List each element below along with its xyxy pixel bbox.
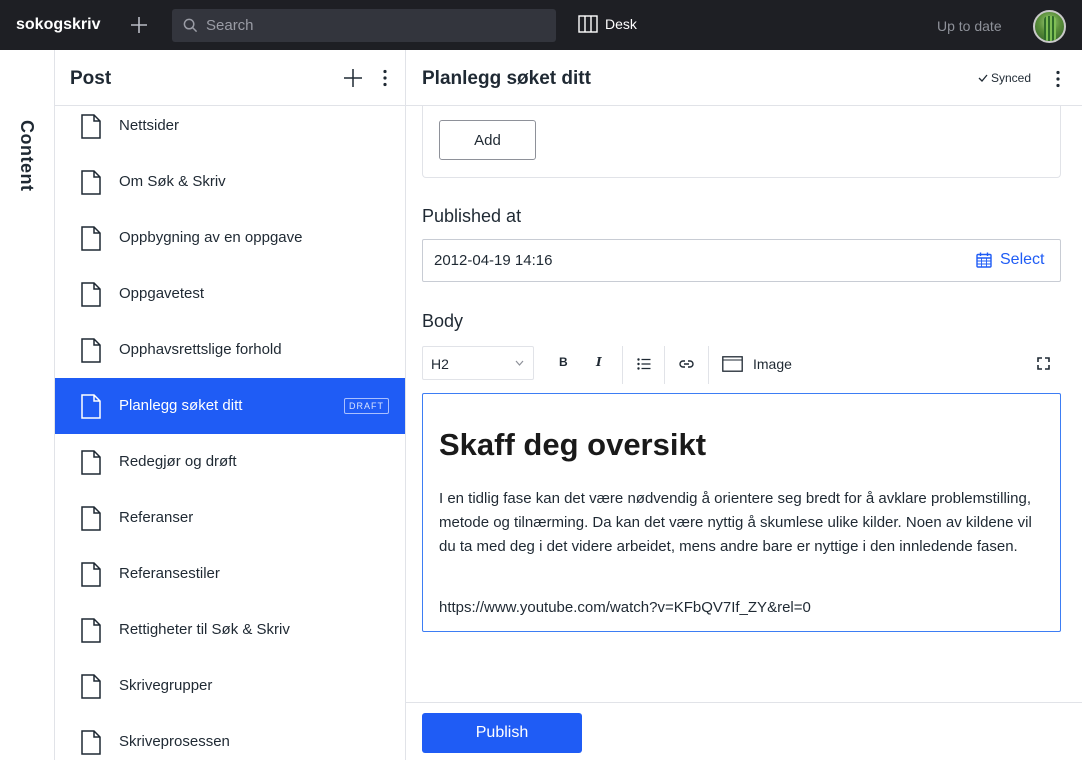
list-item-label: Rettigheter til Søk & Skriv [119, 621, 290, 638]
sync-status: Synced [978, 71, 1031, 85]
desk-label: Desk [605, 16, 637, 32]
insert-image-button[interactable]: Image [722, 356, 792, 372]
list-item[interactable]: Redegjør og drøft [55, 434, 405, 490]
desk-tool[interactable]: Desk [578, 15, 637, 33]
add-item-button[interactable]: Add [439, 120, 536, 160]
document-icon [81, 226, 101, 251]
toolbar-divider [708, 346, 709, 384]
body-editor[interactable]: Skaff deg oversikt I en tidlig fase kan … [422, 393, 1061, 632]
date-select-button[interactable]: Select [976, 251, 1044, 269]
list-item-label: Referanser [119, 509, 194, 526]
content-tab-label: Content [17, 120, 37, 192]
checkmark-icon [978, 74, 988, 82]
document-icon [81, 562, 101, 587]
search-icon [183, 18, 198, 33]
list-item-label: Om Søk & Skriv [119, 173, 226, 190]
list-item-label: Skriveprosessen [119, 733, 230, 750]
list-item[interactable]: Skrivegrupper [55, 658, 405, 714]
editor-header: Planlegg søket ditt Synced [406, 50, 1082, 106]
list-item[interactable]: Referanser [55, 490, 405, 546]
fullscreen-icon[interactable] [1037, 357, 1050, 370]
body-video-url[interactable]: https://www.youtube.com/watch?v=KFbQV7If… [439, 599, 811, 616]
list-item-label: Oppbygning av en oppgave [119, 229, 303, 246]
published-at-field[interactable]: 2012-04-19 14:16 Select [422, 239, 1061, 282]
list-item[interactable]: Oppbygning av en oppgave [55, 210, 405, 266]
search-input[interactable] [206, 17, 536, 34]
list-item-label: Oppgavetest [119, 285, 205, 302]
list-item-selected[interactable]: Planlegg søket ditt DRAFT [55, 378, 405, 434]
brand-name[interactable]: sokogskriv [16, 16, 100, 34]
list-item[interactable]: Oppgavetest [55, 266, 405, 322]
list-item[interactable]: Om Søk & Skriv [55, 154, 405, 210]
more-options-icon[interactable] [1055, 70, 1061, 88]
italic-button[interactable]: I [596, 355, 602, 369]
document-icon [81, 506, 101, 531]
list-item[interactable]: Skriveprosessen [55, 714, 405, 760]
date-select-label: Select [1000, 251, 1045, 268]
bullet-list-icon[interactable] [637, 358, 651, 370]
block-style-select[interactable]: H2 [422, 346, 534, 380]
insert-image-label: Image [753, 356, 792, 372]
list-item-label: Skrivegrupper [119, 677, 213, 694]
block-style-value: H2 [431, 356, 449, 372]
list-item[interactable]: Referansestiler [55, 546, 405, 602]
published-at-label: Published at [422, 206, 522, 226]
list-item[interactable]: Nettsider [55, 98, 405, 154]
editor-toolbar: H2 B I Image [422, 346, 1061, 384]
bold-button[interactable]: B [559, 355, 568, 369]
update-status: Up to date [937, 18, 1002, 34]
columns-icon [578, 15, 598, 33]
array-field: Add [422, 106, 1061, 178]
list-title: Post [70, 68, 112, 89]
more-options-icon[interactable] [382, 69, 388, 87]
list-item-label: Referansestiler [119, 565, 220, 582]
editor-footer: Publish [406, 702, 1082, 760]
list-item[interactable]: Opphavsrettslige forhold [55, 322, 405, 378]
document-icon [81, 114, 101, 139]
publish-button[interactable]: Publish [422, 713, 582, 753]
document-icon [81, 170, 101, 195]
published-at-value[interactable]: 2012-04-19 14:16 [434, 252, 552, 269]
chevron-down-icon [515, 360, 524, 366]
post-list-pane: Nettsider Om Søk & Skriv Oppbygning av e… [55, 50, 406, 760]
image-block-icon [722, 356, 743, 372]
body-paragraph[interactable]: I en tidlig fase kan det være nødvendig … [439, 487, 1039, 559]
draft-badge: DRAFT [344, 398, 389, 414]
plus-icon[interactable] [129, 15, 149, 35]
document-icon [81, 450, 101, 475]
toolbar-divider [664, 346, 665, 384]
document-icon [81, 394, 101, 419]
document-editor: Add Published at 2012-04-19 14:16 Select… [406, 50, 1082, 760]
search-box[interactable] [172, 9, 556, 42]
add-document-icon[interactable] [343, 68, 363, 88]
link-icon[interactable] [679, 359, 694, 369]
document-icon [81, 618, 101, 643]
document-icon [81, 338, 101, 363]
top-bar: sokogskriv Desk Up to date [0, 0, 1082, 50]
list-item[interactable]: Rettigheter til Søk & Skriv [55, 602, 405, 658]
document-icon [81, 282, 101, 307]
user-avatar[interactable] [1033, 10, 1066, 43]
list-header: Post [55, 50, 405, 106]
toolbar-divider [622, 346, 623, 384]
content-tab[interactable]: Content [0, 50, 55, 760]
body-label: Body [422, 311, 464, 331]
document-icon [81, 674, 101, 699]
list-item-label: Opphavsrettslige forhold [119, 341, 282, 358]
document-title: Planlegg søket ditt [422, 68, 591, 89]
post-list: Nettsider Om Søk & Skriv Oppbygning av e… [55, 98, 405, 760]
list-item-label: Redegjør og drøft [119, 453, 237, 470]
list-item-label: Nettsider [119, 117, 180, 134]
document-icon [81, 730, 101, 755]
body-heading[interactable]: Skaff deg oversikt [439, 427, 706, 463]
sync-status-label: Synced [991, 71, 1032, 85]
calendar-icon [976, 252, 992, 268]
list-item-label: Planlegg søket ditt [119, 397, 243, 414]
